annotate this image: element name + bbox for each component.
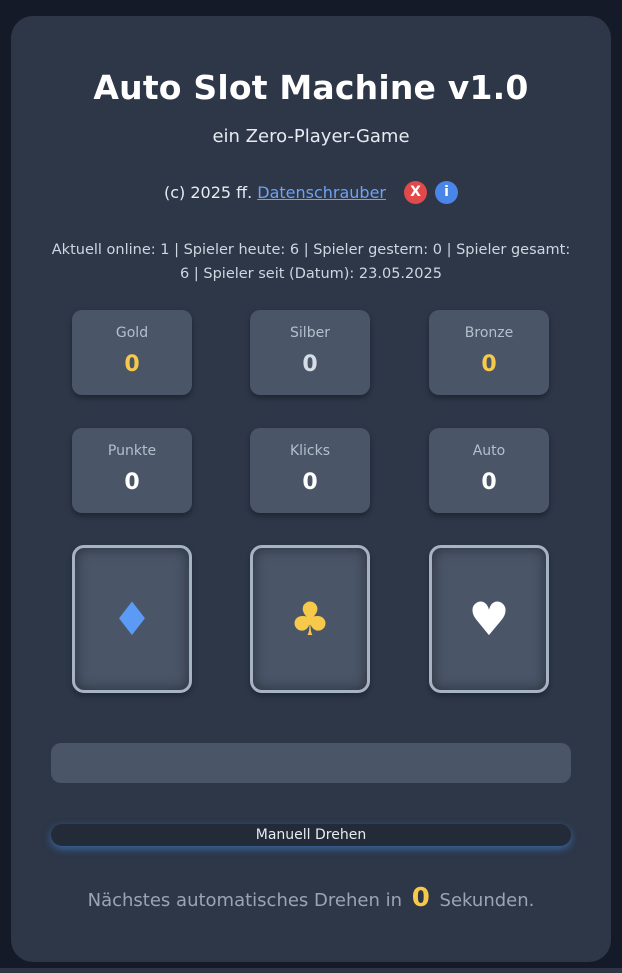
reel-1: ♦ xyxy=(72,545,192,693)
stat-label: Gold xyxy=(115,325,149,341)
reel-2: ♣ xyxy=(250,545,370,693)
stat-gold: Gold 0 xyxy=(72,310,192,395)
online-stats: Aktuell online: 1 | Spieler heute: 6 | S… xyxy=(51,242,571,282)
window-bottom-edge xyxy=(0,968,622,973)
result-message-bar xyxy=(51,743,571,783)
slot-machine-card: Auto Slot Machine v1.0 ein Zero-Player-G… xyxy=(11,16,611,962)
next-spin-suffix: Sekunden. xyxy=(439,890,535,911)
next-spin-prefix: Nächstes automatisches Drehen in xyxy=(87,890,402,911)
stat-value: 0 xyxy=(302,470,318,495)
stat-points: Punkte 0 xyxy=(72,428,192,513)
stat-label: Klicks xyxy=(289,443,331,459)
reel-3: ♥ xyxy=(429,545,549,693)
page-subtitle: ein Zero-Player-Game xyxy=(212,126,410,147)
stat-label: Silber xyxy=(290,325,330,341)
stat-silver: Silber 0 xyxy=(250,310,370,395)
next-spin-countdown: Nächstes automatisches Drehen in 0 Sekun… xyxy=(11,883,611,913)
copyright-text: (c) 2025 ff. xyxy=(163,182,253,202)
stat-label: Bronze xyxy=(464,325,514,341)
stat-clicks: Klicks 0 xyxy=(250,428,370,513)
close-icon[interactable]: X xyxy=(404,180,428,204)
page-title: Auto Slot Machine v1.0 xyxy=(93,68,529,107)
info-icon[interactable]: i xyxy=(435,180,459,204)
stat-value: 0 xyxy=(302,352,318,377)
stat-value: 0 xyxy=(124,352,140,377)
stat-value: 0 xyxy=(481,470,497,495)
stat-value: 0 xyxy=(124,470,140,495)
stat-label: Auto xyxy=(472,443,506,459)
stat-value: 0 xyxy=(481,352,497,377)
stat-label: Punkte xyxy=(107,443,157,459)
manual-spin-button[interactable]: Manuell Drehen xyxy=(51,824,571,846)
stat-bronze: Bronze 0 xyxy=(429,310,549,395)
countdown-seconds: 0 xyxy=(411,883,430,913)
copyright-line: (c) 2025 ff. Datenschrauber X i xyxy=(11,179,611,205)
author-link[interactable]: Datenschrauber xyxy=(257,183,386,202)
heart-icon: ♥ xyxy=(468,592,510,646)
diamond-icon: ♦ xyxy=(111,592,153,646)
club-icon: ♣ xyxy=(289,592,331,646)
stat-auto: Auto 0 xyxy=(429,428,549,513)
